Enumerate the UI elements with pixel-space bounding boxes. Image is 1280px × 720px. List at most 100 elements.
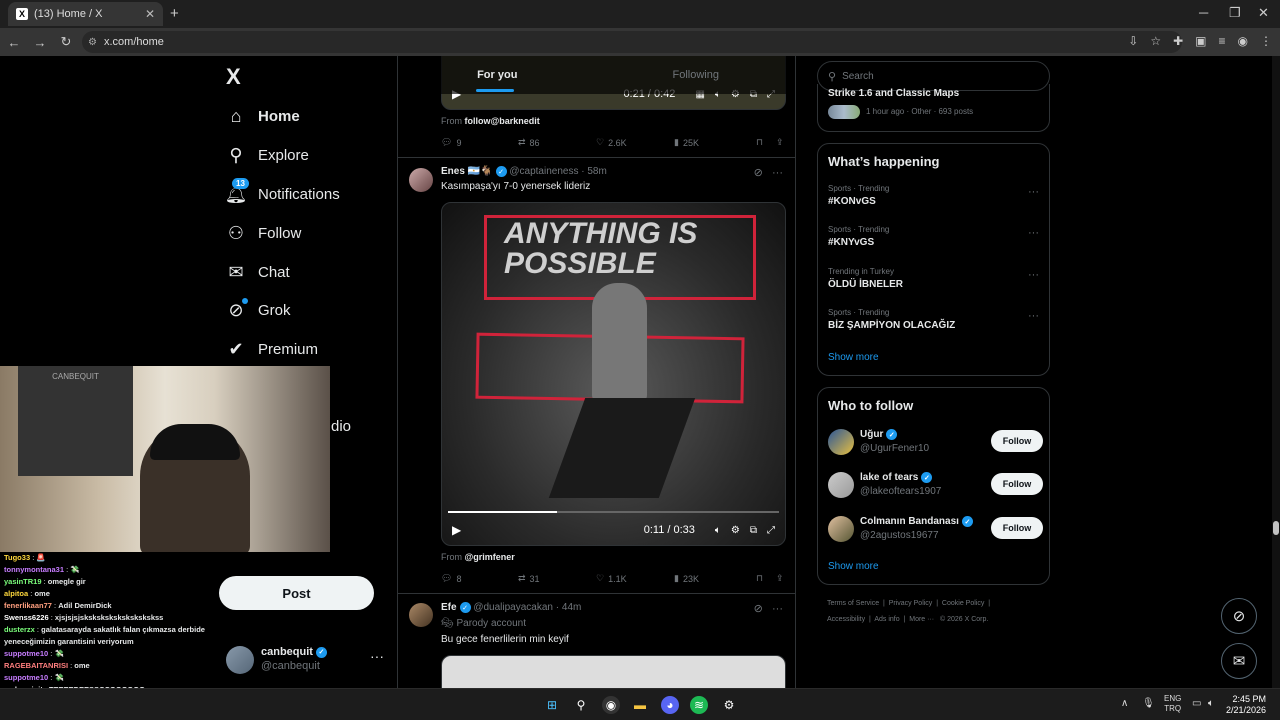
avatar[interactable] — [409, 168, 433, 192]
repost-button[interactable]: ⇄ 86 — [518, 137, 596, 148]
media-icon[interactable]: ≡ — [1219, 34, 1226, 48]
footer-link[interactable]: Terms of Service — [827, 600, 879, 607]
site-info-icon[interactable]: ⚙ — [88, 37, 97, 48]
footer-link[interactable]: More ··· — [909, 616, 934, 623]
follow-suggestion[interactable]: lake of tears ✓ @lakeoftears1907 Follow — [828, 470, 1043, 500]
source-link[interactable]: follow@barknedit — [465, 116, 540, 126]
post-button[interactable]: Post — [219, 576, 374, 610]
play-icon[interactable]: ▶ — [452, 523, 461, 537]
settings-icon[interactable]: ⚙ — [731, 525, 740, 536]
popout-icon[interactable]: ⧉ — [750, 525, 757, 536]
browser-tab[interactable]: X (13) Home / X ✕ — [8, 2, 163, 26]
follow-button[interactable]: Follow — [991, 517, 1043, 539]
menu-icon[interactable]: ⋮ — [1260, 34, 1272, 48]
tweet-image[interactable] — [441, 655, 786, 688]
avatar[interactable] — [409, 603, 433, 627]
bookmark-icon[interactable]: ⊓ — [756, 137, 776, 148]
nav-explore[interactable]: ⚲ Explore — [226, 140, 308, 170]
footer-link[interactable]: Privacy Policy — [889, 600, 933, 607]
sidepanel-icon[interactable]: ▣ — [1195, 34, 1206, 48]
tab-following[interactable]: Following — [597, 56, 796, 94]
minimize-icon[interactable]: ─ — [1199, 5, 1208, 20]
forward-icon[interactable]: → — [28, 35, 52, 50]
microphone-icon[interactable]: 🎙︎ — [1142, 698, 1155, 709]
clock[interactable]: 2:45 PM 2/21/2026 — [1226, 694, 1266, 716]
nav-premium[interactable]: ✔ Premium — [226, 334, 318, 364]
language-indicator[interactable]: ENG TRQ — [1164, 694, 1181, 714]
nav-home[interactable]: ⌂ Home — [226, 101, 300, 131]
spaces-card[interactable]: Strike 1.6 and Classic Maps 1 hour ago ·… — [817, 84, 1050, 132]
trend-item[interactable]: Trending in Turkey ÖLDÜ İBNELER ··· — [828, 267, 1043, 290]
more-icon[interactable]: ··· — [1028, 269, 1039, 281]
back-icon[interactable]: ← — [2, 35, 26, 50]
reply-button[interactable]: 💬︎ 8 — [441, 573, 518, 584]
more-icon[interactable]: ··· — [1028, 186, 1039, 198]
footer-link[interactable]: Cookie Policy — [942, 600, 984, 607]
app-icon[interactable]: ⚙ — [720, 696, 738, 714]
nav-hidden-item[interactable]: dio — [331, 411, 351, 441]
grok-fab-icon[interactable]: ⊘ — [1221, 598, 1257, 634]
more-icon[interactable]: ··· — [1028, 310, 1039, 322]
x-logo-icon[interactable]: X — [226, 64, 241, 90]
more-icon[interactable]: ··· — [772, 603, 783, 615]
nav-chat[interactable]: ✉ Chat — [226, 257, 289, 287]
nav-grok[interactable]: ⊘ Grok — [226, 295, 291, 325]
scrollbar-thumb[interactable] — [1273, 521, 1279, 535]
nav-notifications[interactable]: 🔔︎ 13 Notifications — [225, 178, 340, 209]
footer-link[interactable]: Accessibility — [827, 616, 865, 623]
extensions-icon[interactable]: ✚ — [1173, 34, 1183, 48]
share-icon[interactable]: ⇪ — [776, 137, 784, 148]
close-window-icon[interactable]: ✕ — [1258, 5, 1269, 21]
fullscreen-icon[interactable]: ⤢ — [767, 525, 775, 536]
bookmark-star-icon[interactable]: ☆ — [1150, 34, 1161, 48]
reply-button[interactable]: 💬︎ 9 — [441, 137, 518, 148]
trend-item[interactable]: Sports · Trending BİZ ŞAMPİYON OLACAĞIZ … — [828, 308, 1043, 331]
grok-icon[interactable]: ⊘ — [754, 603, 763, 615]
close-tab-icon[interactable]: ✕ — [145, 7, 155, 21]
nav-follow[interactable]: ⚇ Follow — [226, 218, 301, 248]
show-more-link[interactable]: Show more — [828, 561, 879, 572]
show-more-link[interactable]: Show more — [828, 352, 879, 363]
footer-link[interactable]: Ads info — [874, 616, 899, 623]
video-progress-track[interactable] — [448, 511, 779, 513]
search-icon[interactable]: ⚲ — [572, 696, 590, 714]
account-switcher[interactable]: canbequit ✓ @canbequit ··· — [226, 644, 386, 678]
discord-icon[interactable]: ◕ — [661, 696, 679, 714]
chrome-icon[interactable]: ◉ — [602, 696, 620, 714]
restore-icon[interactable]: ❐ — [1229, 5, 1241, 21]
more-icon[interactable]: ··· — [370, 648, 384, 664]
install-icon[interactable]: ⇩ — [1128, 34, 1138, 48]
tab-for-you[interactable]: For you — [398, 56, 597, 94]
grok-icon[interactable]: ⊘ — [754, 167, 763, 179]
volume-icon[interactable]: 🔈︎ — [715, 525, 721, 536]
like-button[interactable]: ♡ 2.6K — [596, 137, 674, 148]
follow-button[interactable]: Follow — [991, 473, 1043, 495]
tray-chevron-icon[interactable]: ∧ — [1121, 698, 1128, 709]
file-explorer-icon[interactable]: ▬ — [631, 696, 649, 714]
trend-item[interactable]: Sports · Trending #KONvGS ··· — [828, 184, 1043, 207]
trend-item[interactable]: Sports · Trending #KNYvGS ··· — [828, 225, 1043, 248]
new-tab-icon[interactable]: + — [170, 5, 179, 22]
address-bar[interactable]: ⚙ x.com/home — [82, 31, 1182, 53]
display-icon[interactable]: ▭ — [1192, 698, 1201, 709]
views-button[interactable]: ▮ 23K — [674, 573, 756, 584]
volume-icon[interactable]: 🔈︎ — [1208, 698, 1214, 709]
start-icon[interactable]: ⊞ — [543, 696, 561, 714]
follow-suggestion[interactable]: Uğur ✓ @UgurFener10 Follow — [828, 427, 1043, 457]
repost-button[interactable]: ⇄ 31 — [518, 573, 596, 584]
like-button[interactable]: ♡ 1.1K — [596, 573, 674, 584]
tweet-video[interactable]: ANYTHING IS POSSIBLE ▶ 0:11 / 0:33 🔈︎ ⚙ … — [441, 202, 786, 546]
views-button[interactable]: ▮ 25K — [674, 137, 756, 148]
share-icon[interactable]: ⇪ — [776, 573, 784, 584]
page-scrollbar[interactable] — [1272, 56, 1280, 688]
follow-button[interactable]: Follow — [991, 430, 1043, 452]
spotify-icon[interactable]: ≋ — [690, 696, 708, 714]
reload-icon[interactable]: ↻ — [54, 34, 78, 50]
more-icon[interactable]: ··· — [772, 167, 783, 179]
more-icon[interactable]: ··· — [1028, 227, 1039, 239]
bookmark-icon[interactable]: ⊓ — [756, 573, 776, 584]
profile-icon[interactable]: ◉ — [1238, 34, 1248, 48]
source-link[interactable]: @grimfener — [465, 552, 515, 562]
messages-fab-icon[interactable]: ✉ — [1221, 643, 1257, 679]
follow-suggestion[interactable]: Colmanın Bandanası ✓ @2agustos19677 Follo… — [828, 514, 1043, 544]
